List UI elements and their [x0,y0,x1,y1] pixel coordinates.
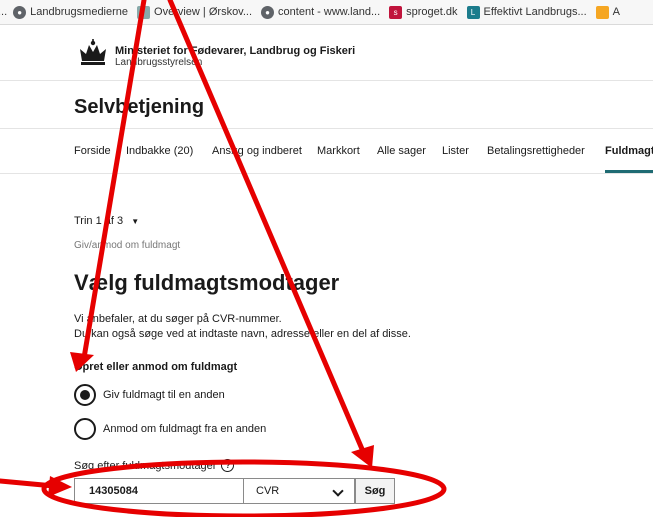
breadcrumb: Giv/anmod om fuldmagt [74,240,181,251]
radio-give-proxy-label[interactable]: Giv fuldmagt til en anden [103,389,225,401]
globe-icon: ● [13,5,27,19]
nav-fuldmagt[interactable]: Fuldmagt [605,145,653,157]
bookmark-overview[interactable]: Overview | Ørskov... [137,5,252,19]
chevron-down-icon [332,485,344,497]
radio-request-proxy-label[interactable]: Anmod om fuldmagt fra en anden [103,423,266,435]
sproget-icon: s [389,5,403,19]
radio-request-proxy[interactable] [74,418,96,440]
main-nav: Forside Indbakke (20) Ansøg og indberet … [0,128,653,174]
crown-logo-icon[interactable] [74,39,112,67]
radio-give-proxy[interactable] [74,384,96,406]
nav-ansoeg[interactable]: Ansøg og indberet [212,145,302,157]
globe-icon: ● [261,5,275,19]
caret-down-icon: ▼ [131,217,140,226]
l-icon: L [466,5,480,19]
step-dropdown[interactable]: Trin 1 af 3 ▼ [74,215,139,227]
chart-icon [595,5,609,19]
annotation-arrowhead-2 [351,445,374,468]
annotation-arrow-line-3 [0,478,57,489]
bookmarks-bar: ... ● Landbrugsmedierne Overview | Ørsko… [0,0,653,25]
search-label: Søg efter fuldmagtsmodtager ? [74,459,235,472]
org-subtitle: Landbrugsstyrelsen [115,57,203,68]
nav-forside[interactable]: Forside [74,145,111,157]
search-type-select[interactable]: CVR [244,478,355,504]
page-title: Vælg fuldmagtsmodtager [74,270,340,295]
nav-betalingsrettigheder[interactable]: Betalingsrettigheder [487,145,585,157]
nav-indbakke[interactable]: Indbakke (20) [126,145,193,157]
bookmark-a[interactable]: A [595,5,620,19]
annotation-arrowhead-3 [48,476,72,497]
nav-lister[interactable]: Lister [442,145,469,157]
bookmark-content[interactable]: ● content - www.land... [261,5,380,19]
bookmark-landbrugsmedierne[interactable]: ... ● Landbrugsmedierne [0,5,128,19]
search-input[interactable] [74,478,244,504]
search-button[interactable]: Søg [355,478,395,504]
bookmark-effektivt[interactable]: L Effektivt Landbrugs... [466,5,587,19]
bookmark-sproget[interactable]: s sproget.dk [389,5,458,19]
org-name: Ministeriet for Fødevarer, Landbrug og F… [115,45,356,57]
help-text-line-1: Vi anbefaler, at du søger på CVR-nummer. [74,313,282,325]
radio-group-label: Opret eller anmod om fuldmagt [74,361,238,373]
app-title: Selvbetjening [74,96,205,118]
nav-markkort[interactable]: Markkort [317,145,360,157]
photo-icon [137,5,151,19]
help-icon[interactable]: ? [221,459,235,472]
help-text-line-2: Du kan også søge ved at indtaste navn, a… [74,328,411,340]
nav-alle-sager[interactable]: Alle sager [377,145,426,157]
nav-active-indicator [605,170,653,173]
